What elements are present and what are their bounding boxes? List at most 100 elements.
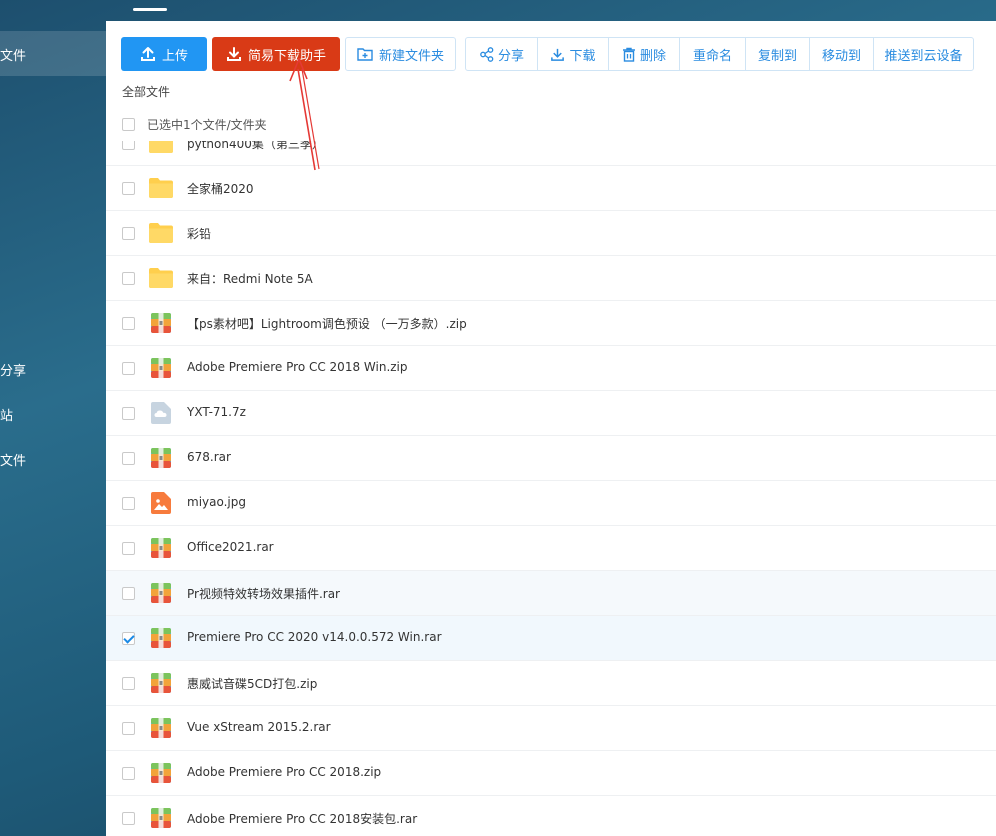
file-row[interactable]: 来自：Redmi Note 5A <box>106 256 996 301</box>
file-name[interactable]: Adobe Premiere Pro CC 2018.zip <box>187 765 381 779</box>
file-name[interactable]: Premiere Pro CC 2020 v14.0.0.572 Win.rar <box>187 630 442 644</box>
sidebar-item-files-2[interactable]: 文件 <box>0 450 26 469</box>
file-checkbox[interactable] <box>122 272 135 285</box>
file-name[interactable]: Pr视频特效转场效果插件.rar <box>187 585 340 602</box>
selection-bar: 已选中1个文件/文件夹 <box>122 116 267 133</box>
file-checkbox[interactable] <box>122 722 135 735</box>
file-row[interactable]: Adobe Premiere Pro CC 2018安装包.rar <box>106 796 996 836</box>
archive-file-icon <box>148 581 174 605</box>
rename-button[interactable]: 重命名 <box>680 38 746 70</box>
file-name[interactable]: YXT-71.7z <box>187 405 246 419</box>
file-list: python400集（第三季） 全家桶2020 彩铅来自：Redmi Note 5A… <box>106 141 996 836</box>
download-button[interactable]: 下载 <box>538 38 609 70</box>
file-row[interactable]: Premiere Pro CC 2020 v14.0.0.572 Win.rar <box>106 616 996 661</box>
archive-file-icon <box>148 716 174 740</box>
file-name[interactable]: 彩铅 <box>187 225 211 242</box>
archive-file-icon <box>148 356 174 380</box>
file-panel: 上传 简易下载助手 新建文件夹 分享 下载 删除 重命名 复制到 移动到 推送到… <box>106 21 996 836</box>
file-checkbox[interactable] <box>122 227 135 240</box>
file-name[interactable]: 678.rar <box>187 450 231 464</box>
file-action-group: 分享 下载 删除 重命名 复制到 移动到 推送到云设备 <box>465 37 974 71</box>
file-checkbox[interactable] <box>122 317 135 330</box>
upload-button[interactable]: 上传 <box>121 37 207 71</box>
file-name[interactable]: 惠威试音碟5CD打包.zip <box>187 675 317 692</box>
file-row[interactable]: 全家桶2020 <box>106 166 996 211</box>
delete-button[interactable]: 删除 <box>609 38 680 70</box>
download-helper-button[interactable]: 简易下载助手 <box>212 37 340 71</box>
file-row[interactable]: Adobe Premiere Pro CC 2018 Win.zip <box>106 346 996 391</box>
upload-icon <box>140 46 156 62</box>
copy-to-button[interactable]: 复制到 <box>746 38 810 70</box>
file-name[interactable]: python400集（第三季） <box>187 141 324 152</box>
file-row[interactable]: Adobe Premiere Pro CC 2018.zip <box>106 751 996 796</box>
archive-file-icon <box>148 311 174 335</box>
archive-file-icon <box>148 671 174 695</box>
sidebar-item-share[interactable]: 分享 <box>0 360 26 379</box>
file-checkbox[interactable] <box>122 182 135 195</box>
sidebar: 文件 分享 站 文件 <box>0 0 106 836</box>
download-icon <box>550 47 565 62</box>
share-button[interactable]: 分享 <box>466 38 538 70</box>
toolbar: 上传 简易下载助手 新建文件夹 分享 下载 删除 重命名 复制到 移动到 推送到… <box>121 37 974 71</box>
file-name[interactable]: Adobe Premiere Pro CC 2018 Win.zip <box>187 360 408 374</box>
file-row[interactable]: 彩铅 <box>106 211 996 256</box>
new-folder-icon <box>357 47 373 61</box>
share-label: 分享 <box>497 48 524 64</box>
sidebar-item-files[interactable]: 文件 <box>0 45 26 64</box>
select-all-checkbox[interactable] <box>122 118 135 131</box>
download-label: 下载 <box>569 48 596 64</box>
file-checkbox[interactable] <box>122 497 135 510</box>
file-name[interactable]: 【ps素材吧】Lightroom调色预设 （一万多款）.zip <box>187 315 467 332</box>
file-checkbox[interactable] <box>122 632 135 645</box>
file-row[interactable]: YXT-71.7z <box>106 391 996 436</box>
file-row[interactable]: miyao.jpg <box>106 481 996 526</box>
folder-icon <box>148 141 174 155</box>
file-row[interactable]: 【ps素材吧】Lightroom调色预设 （一万多款）.zip <box>106 301 996 346</box>
file-checkbox[interactable] <box>122 767 135 780</box>
file-checkbox[interactable] <box>122 407 135 420</box>
file-checkbox[interactable] <box>122 452 135 465</box>
sidebar-item-station[interactable]: 站 <box>0 405 13 424</box>
file-row[interactable]: 678.rar <box>106 436 996 481</box>
selection-count-text: 已选中1个文件/文件夹 <box>147 118 267 132</box>
file-name[interactable]: Vue xStream 2015.2.rar <box>187 720 331 734</box>
file-row[interactable]: Office2021.rar <box>106 526 996 571</box>
cloud-file-icon <box>148 401 174 425</box>
file-row[interactable]: 惠威试音碟5CD打包.zip <box>106 661 996 706</box>
folder-icon <box>148 176 174 200</box>
archive-file-icon <box>148 446 174 470</box>
upload-label: 上传 <box>161 48 188 64</box>
file-row[interactable]: Pr视频特效转场效果插件.rar <box>106 571 996 616</box>
file-name[interactable]: miyao.jpg <box>187 495 246 509</box>
delete-label: 删除 <box>639 48 666 64</box>
archive-file-icon <box>148 536 174 560</box>
file-checkbox[interactable] <box>122 587 135 600</box>
push-to-cloud-device-button[interactable]: 推送到云设备 <box>874 38 973 70</box>
new-folder-button[interactable]: 新建文件夹 <box>345 37 456 71</box>
file-row[interactable]: python400集（第三季） <box>106 141 996 166</box>
file-checkbox[interactable] <box>122 542 135 555</box>
file-checkbox[interactable] <box>122 362 135 375</box>
trash-icon <box>622 47 636 62</box>
file-name[interactable]: 来自：Redmi Note 5A <box>187 270 313 287</box>
folder-icon <box>148 221 174 245</box>
share-icon <box>479 46 494 62</box>
file-name[interactable]: Adobe Premiere Pro CC 2018安装包.rar <box>187 810 417 827</box>
archive-file-icon <box>148 626 174 650</box>
image-file-icon <box>148 491 174 515</box>
move-to-button[interactable]: 移动到 <box>810 38 874 70</box>
new-folder-label: 新建文件夹 <box>378 48 444 64</box>
folder-icon <box>148 266 174 290</box>
file-name[interactable]: 全家桶2020 <box>187 180 254 197</box>
file-checkbox[interactable] <box>122 812 135 825</box>
archive-file-icon <box>148 761 174 785</box>
file-row[interactable]: Vue xStream 2015.2.rar <box>106 706 996 751</box>
file-checkbox[interactable] <box>122 677 135 690</box>
active-tab-indicator <box>133 8 167 11</box>
breadcrumb[interactable]: 全部文件 <box>122 83 170 100</box>
file-name[interactable]: Office2021.rar <box>187 540 274 554</box>
download-icon <box>226 46 242 62</box>
file-checkbox[interactable] <box>122 141 135 150</box>
archive-file-icon <box>148 806 174 830</box>
download-helper-label: 简易下载助手 <box>247 48 326 64</box>
